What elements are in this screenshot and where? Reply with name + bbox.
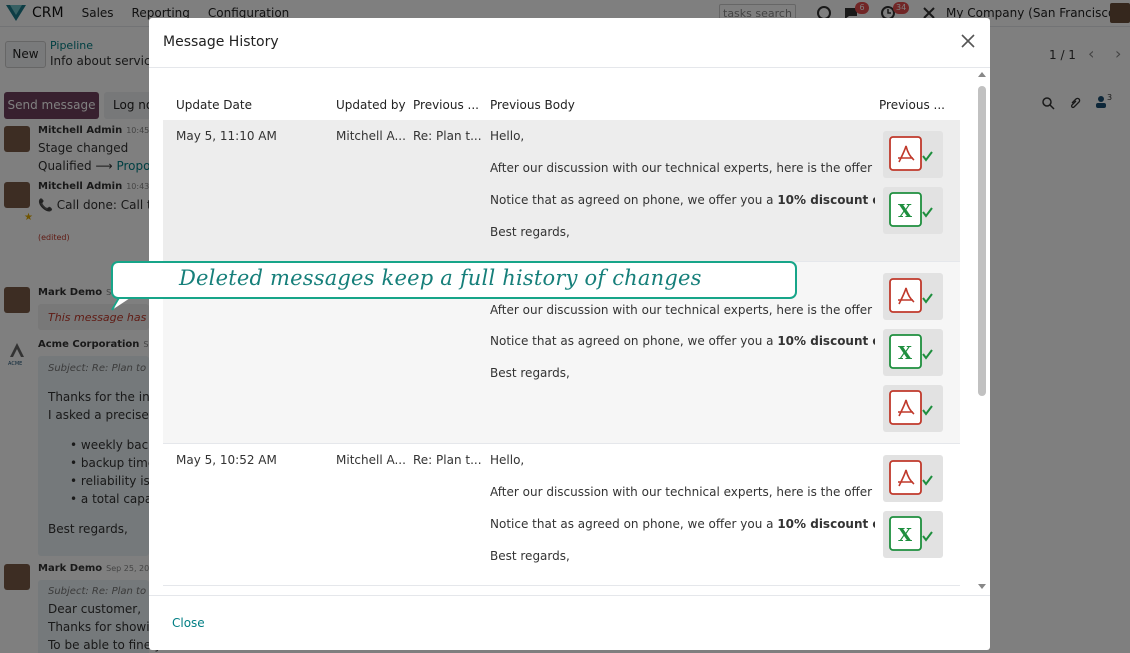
attachment-pdf[interactable] bbox=[883, 385, 943, 432]
pdf-icon bbox=[889, 390, 933, 425]
table-row[interactable]: May 5, 10:52 AM Mitchell A... Re: Plan t… bbox=[163, 444, 960, 586]
attachment-pdf[interactable] bbox=[883, 131, 943, 178]
body-line: Hello, bbox=[490, 453, 525, 467]
message-history-dialog: Message History Update Date Updated by P… bbox=[149, 18, 990, 650]
body-line: Notice that as agreed on phone, we offer… bbox=[490, 334, 875, 348]
col-previous-attachments[interactable]: Previous ... bbox=[879, 98, 945, 112]
body-line: After our discussion with our technical … bbox=[490, 303, 875, 317]
attachment-excel[interactable]: X bbox=[883, 187, 943, 234]
previous-subject: Re: Plan t... bbox=[413, 453, 481, 467]
body-line: Hello, bbox=[490, 129, 525, 143]
update-date: May 5, 10:52 AM bbox=[176, 453, 277, 467]
scroll-thumb[interactable] bbox=[978, 86, 986, 396]
updated-by: Mitchell A... bbox=[336, 453, 406, 467]
body-line: Notice that as agreed on phone, we offer… bbox=[490, 517, 875, 531]
modal-header: Message History bbox=[149, 18, 990, 68]
svg-text:X: X bbox=[898, 525, 912, 546]
pdf-icon bbox=[889, 278, 933, 313]
body-line: Best regards, bbox=[490, 549, 570, 563]
body-line: After our discussion with our technical … bbox=[490, 485, 875, 499]
previous-subject: Re: Plan t... bbox=[413, 129, 481, 143]
close-icon[interactable] bbox=[960, 33, 976, 49]
attachment-pdf[interactable] bbox=[883, 455, 943, 502]
body-line: Best regards, bbox=[490, 366, 570, 380]
excel-icon: X bbox=[889, 334, 933, 369]
body-line: After our discussion with our technical … bbox=[490, 161, 875, 175]
col-previous-body[interactable]: Previous Body bbox=[490, 98, 575, 112]
col-updated-by[interactable]: Updated by bbox=[336, 98, 406, 112]
callout-annotation: Deleted messages keep a full history of … bbox=[111, 261, 797, 299]
body-line: Notice that as agreed on phone, we offer… bbox=[490, 193, 875, 207]
callout-text: Deleted messages keep a full history of … bbox=[179, 266, 702, 290]
svg-text:X: X bbox=[898, 343, 912, 364]
attachment-excel[interactable]: X bbox=[883, 329, 943, 376]
attachment-pdf[interactable] bbox=[883, 273, 943, 320]
history-table: Update Date Updated by Previous ... Prev… bbox=[149, 69, 990, 595]
col-update-date[interactable]: Update Date bbox=[176, 98, 252, 112]
updated-by: Mitchell A... bbox=[336, 129, 406, 143]
close-button[interactable]: Close bbox=[172, 616, 205, 630]
table-row[interactable]: May 5, 11:10 AM Mitchell A... Re: Plan t… bbox=[163, 120, 960, 262]
svg-text:X: X bbox=[898, 201, 912, 222]
scroll-down-icon[interactable] bbox=[978, 584, 986, 589]
excel-icon: X bbox=[889, 192, 933, 227]
excel-icon: X bbox=[889, 516, 933, 551]
pdf-icon bbox=[889, 460, 933, 495]
attachment-excel[interactable]: X bbox=[883, 511, 943, 558]
modal-footer: Close bbox=[149, 595, 990, 650]
pdf-icon bbox=[889, 136, 933, 171]
scroll-up-icon[interactable] bbox=[978, 72, 986, 77]
update-date: May 5, 11:10 AM bbox=[176, 129, 277, 143]
col-previous-subject[interactable]: Previous ... bbox=[413, 98, 479, 112]
body-line: Best regards, bbox=[490, 225, 570, 239]
modal-title: Message History bbox=[163, 34, 279, 50]
